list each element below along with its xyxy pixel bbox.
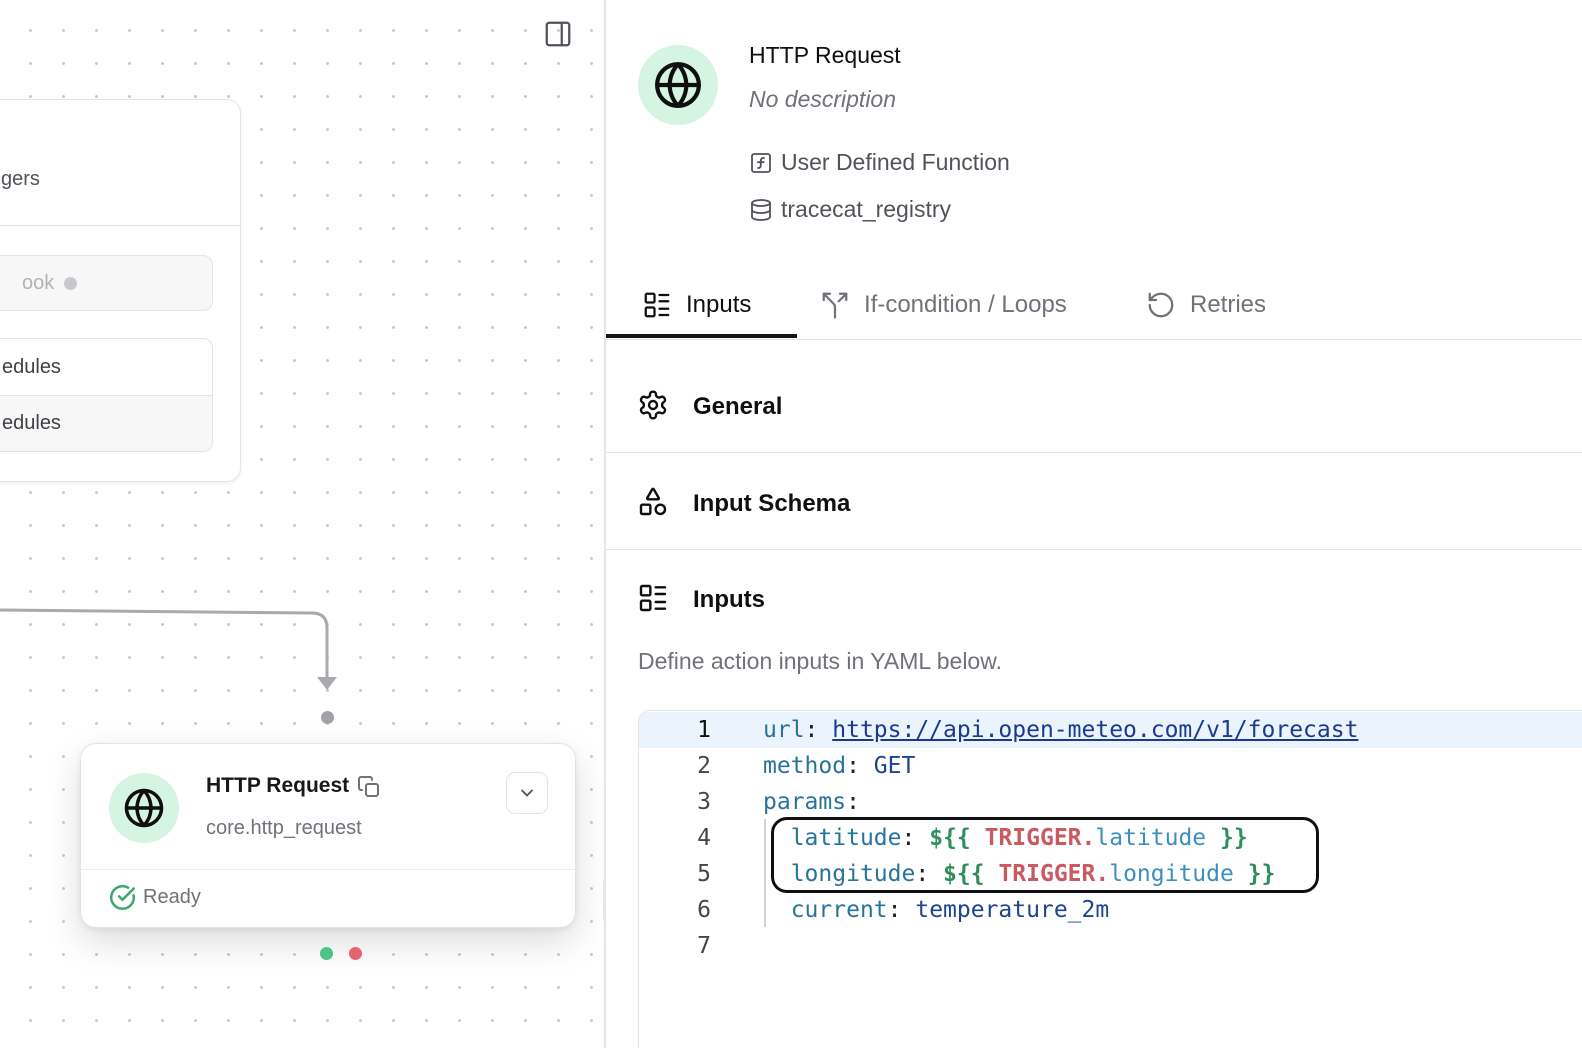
tab-label: Retries <box>1190 291 1267 318</box>
divider <box>81 869 575 870</box>
template-attr: latitude <box>1095 825 1207 851</box>
node-icon-wrap <box>109 773 179 843</box>
section-title: Inputs <box>693 586 765 613</box>
webhook-status-dot <box>64 276 78 290</box>
template-context: TRIGGER. <box>984 825 1096 851</box>
workflow-canvas[interactable]: gers ook edules edules HTTP Request core… <box>0 0 606 1048</box>
yaml-key: latitude <box>790 825 902 851</box>
code-line: 6 current: temperature_2m <box>639 892 1582 928</box>
code-line: 1 url: https://api.open-meteo.com/v1/for… <box>639 712 1582 748</box>
line-number: 6 <box>697 897 711 923</box>
webhook-toggle[interactable]: ook <box>0 255 213 311</box>
indent-guide <box>764 819 766 927</box>
schedule-row[interactable]: edules <box>0 395 212 451</box>
yaml-value: GET <box>873 753 916 779</box>
code-line: 2 method: GET <box>639 748 1582 784</box>
line-number: 2 <box>697 753 711 779</box>
action-node[interactable]: HTTP Request core.http_request Ready <box>80 743 576 928</box>
status-label: Ready <box>143 886 201 908</box>
active-tab-indicator <box>606 334 797 338</box>
code-line: 5 longitude: ${{ TRIGGER.longitude }} <box>639 856 1582 892</box>
success-handle[interactable] <box>320 947 333 960</box>
yaml-key: longitude <box>790 861 916 887</box>
toggle-panel-button[interactable] <box>542 18 574 50</box>
line-number: 1 <box>697 717 711 743</box>
yaml-editor[interactable]: 1 url: https://api.open-meteo.com/v1/for… <box>638 710 1582 1048</box>
line-number: 7 <box>697 933 711 959</box>
action-type-label: User Defined Function <box>781 149 1010 175</box>
section-title: General <box>693 393 783 420</box>
yaml-key: url <box>763 717 805 743</box>
code-line: 3 params: <box>639 784 1582 820</box>
function-square-icon <box>751 152 771 173</box>
tab-inputs[interactable]: Inputs <box>642 270 751 340</box>
tab-bar: Inputs If-condition / Loops Retries <box>606 270 1582 340</box>
globe-icon <box>655 62 701 108</box>
node-status: Ready <box>109 884 201 911</box>
action-icon-wrap <box>638 45 718 125</box>
shapes-icon <box>639 487 667 516</box>
error-handle[interactable] <box>349 947 362 960</box>
divider <box>0 225 240 226</box>
yaml-key: params <box>763 789 847 815</box>
action-registry: tracecat_registry <box>749 196 951 223</box>
tab-label: Inputs <box>686 291 752 318</box>
line-number: 4 <box>697 825 711 851</box>
trigger-node[interactable]: gers ook edules edules <box>0 99 241 482</box>
list-icon <box>644 292 670 318</box>
url-link[interactable]: https://api.open-meteo.com/v1/forecast <box>832 717 1358 743</box>
registry-label: tracecat_registry <box>781 196 952 222</box>
action-title: HTTP Request <box>749 42 901 68</box>
line-number: 3 <box>697 789 711 815</box>
yaml-value: temperature_2m <box>915 897 1110 923</box>
section-input-schema[interactable]: Input Schema <box>606 454 1582 550</box>
gear-icon <box>639 390 667 420</box>
template-context: TRIGGER. <box>998 861 1110 887</box>
split-icon <box>822 292 848 319</box>
copy-icon[interactable] <box>357 775 383 801</box>
action-description: No description <box>749 86 897 112</box>
template-open: ${{ <box>943 861 985 887</box>
globe-icon <box>124 788 164 828</box>
code-line: 4 latitude: ${{ TRIGGER.latitude }} <box>639 820 1582 856</box>
list-icon <box>639 584 667 612</box>
node-action-type: core.http_request <box>206 817 362 839</box>
tab-if-condition-loops[interactable]: If-condition / Loops <box>820 270 1067 340</box>
database-icon <box>751 198 771 221</box>
template-close: }} <box>1247 861 1276 887</box>
inputs-hint: Define action inputs in YAML below. <box>638 648 1002 674</box>
trigger-subtitle: gers <box>1 168 40 190</box>
section-inputs[interactable]: Inputs <box>606 551 1582 647</box>
tab-retries[interactable]: Retries <box>1146 270 1266 340</box>
yaml-key: method <box>763 753 847 779</box>
sidebar-right-icon <box>545 21 571 47</box>
rotate-ccw-icon <box>1148 292 1174 318</box>
node-expand-button[interactable] <box>506 772 548 814</box>
node-title: HTTP Request <box>206 774 350 797</box>
chevron-down-icon <box>521 789 533 797</box>
section-general[interactable]: General <box>606 357 1582 453</box>
action-type: User Defined Function <box>749 149 1010 176</box>
template-close: }} <box>1220 825 1248 851</box>
template-open: ${{ <box>929 825 971 851</box>
target-handle[interactable] <box>321 711 334 724</box>
tab-label: If-condition / Loops <box>864 291 1067 318</box>
webhook-label: ook <box>22 271 55 294</box>
action-panel: HTTP Request No description User Defined… <box>606 0 1582 1048</box>
yaml-key: current <box>790 897 888 923</box>
code-line: 7 <box>639 928 1582 964</box>
section-title: Input Schema <box>693 490 851 517</box>
line-number: 5 <box>697 861 711 887</box>
check-circle-icon <box>110 884 135 910</box>
schedules-list: edules edules <box>0 338 213 452</box>
schedule-row[interactable]: edules <box>0 339 212 395</box>
template-attr: longitude <box>1109 861 1234 887</box>
